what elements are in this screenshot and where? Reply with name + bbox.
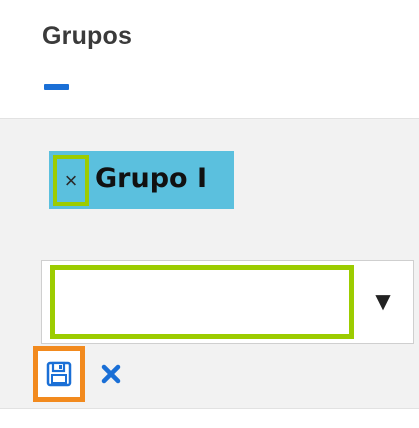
panel-title: Grupos — [42, 22, 133, 50]
dropdown-toggle[interactable]: ▼ — [368, 283, 398, 319]
close-icon: × — [64, 167, 78, 193]
tag-remove-button[interactable]: × — [53, 155, 89, 206]
cancel-button[interactable] — [95, 358, 127, 390]
minus-icon — [44, 84, 69, 90]
selected-tag: × Grupo I — [49, 151, 234, 209]
action-bar — [33, 346, 183, 402]
save-button[interactable] — [33, 346, 85, 402]
group-select-input[interactable] — [50, 265, 354, 339]
panel-divider — [0, 408, 419, 409]
group-select[interactable]: ▼ — [41, 260, 414, 344]
close-icon — [101, 364, 121, 384]
caret-down-icon: ▼ — [370, 285, 396, 316]
panel-header: Grupos — [0, 0, 419, 118]
tag-label: Grupo I — [95, 163, 208, 194]
collapse-button[interactable] — [44, 82, 69, 92]
floppy-disk-icon — [46, 361, 72, 387]
